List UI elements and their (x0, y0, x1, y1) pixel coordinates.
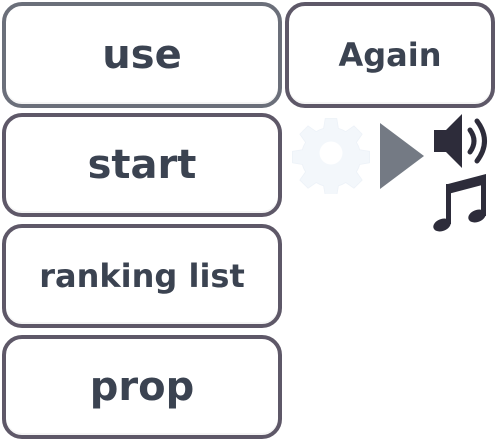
gear-icon[interactable] (290, 112, 372, 194)
ranking-list-button[interactable]: ranking list (2, 224, 282, 328)
use-button-label: use (102, 32, 182, 78)
prop-button-label: prop (89, 364, 195, 410)
start-button[interactable]: start (2, 113, 282, 217)
speaker-icon[interactable] (430, 110, 494, 172)
music-note-icon[interactable] (432, 170, 490, 234)
use-button[interactable]: use (2, 2, 282, 108)
ranking-list-button-label: ranking list (39, 257, 245, 295)
prop-button[interactable]: prop (2, 335, 282, 439)
again-button[interactable]: Again (285, 2, 495, 108)
start-button-label: start (87, 142, 197, 188)
play-icon[interactable] (378, 121, 426, 191)
again-button-label: Again (338, 36, 442, 74)
